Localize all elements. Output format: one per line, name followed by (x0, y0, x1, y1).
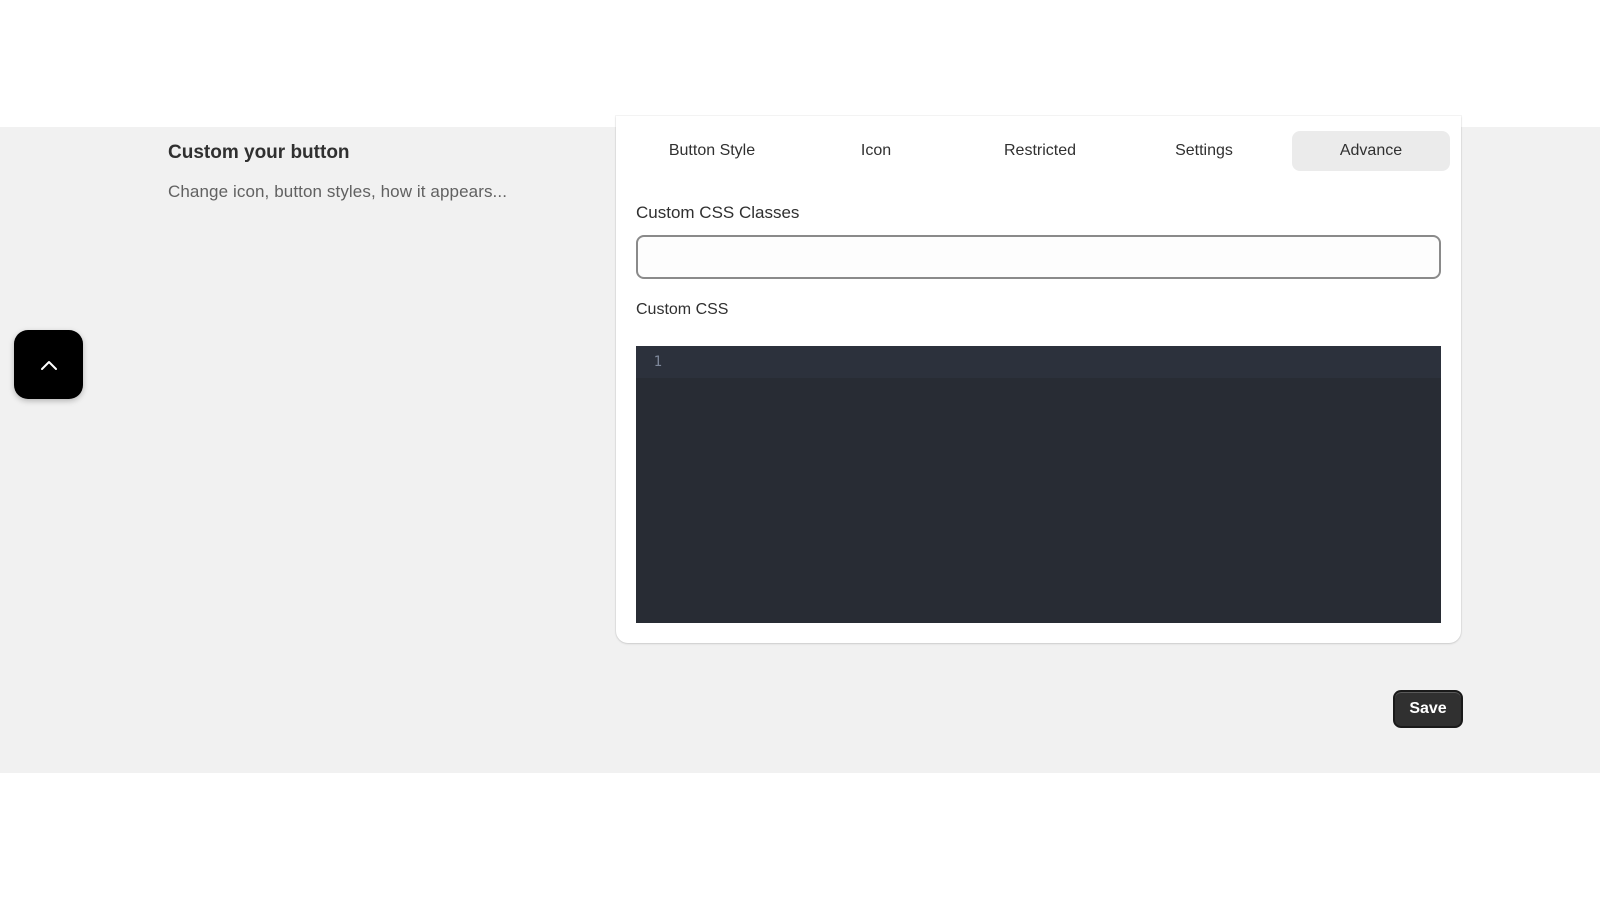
section-title: Custom your button (168, 142, 350, 163)
custom-css-classes-label: Custom CSS Classes (636, 203, 800, 222)
tab-button-style[interactable]: Button Style (630, 131, 794, 171)
tab-advance[interactable]: Advance (1292, 131, 1450, 171)
settings-card: Button Style Icon Restricted Settings Ad… (616, 116, 1461, 643)
custom-css-classes-input[interactable] (636, 235, 1441, 279)
custom-css-editor[interactable]: 1 (636, 346, 1441, 623)
save-button[interactable]: Save (1393, 690, 1463, 728)
custom-css-label: Custom CSS (636, 301, 729, 318)
tab-restricted[interactable]: Restricted (958, 131, 1122, 171)
scroll-to-top-button[interactable] (14, 330, 83, 399)
code-line: 1 (636, 346, 1441, 378)
line-number: 1 (653, 354, 662, 370)
tab-settings[interactable]: Settings (1122, 131, 1286, 171)
chevron-up-icon (40, 360, 57, 370)
tab-bar: Button Style Icon Restricted Settings Ad… (630, 131, 1450, 171)
tab-icon[interactable]: Icon (794, 131, 958, 171)
section-description: Change icon, button styles, how it appea… (168, 182, 508, 201)
